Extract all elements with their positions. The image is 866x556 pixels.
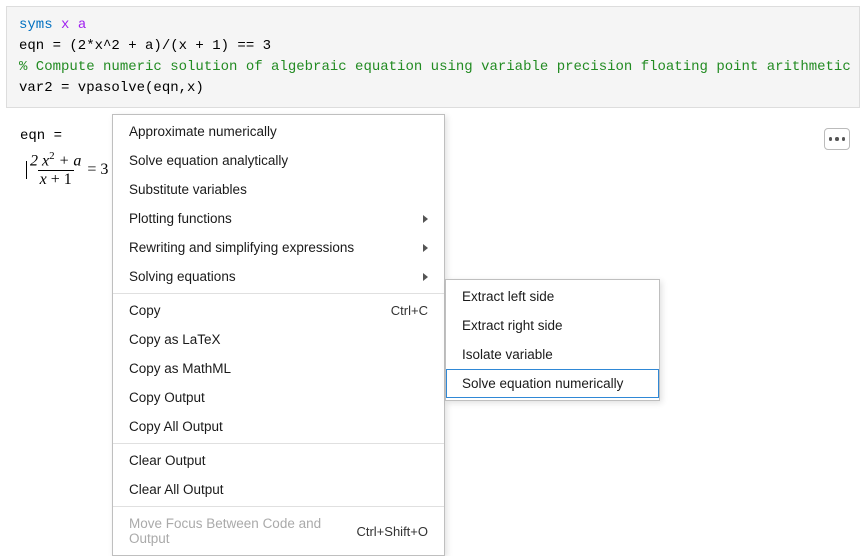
menu-label: Copy as MathML [129, 361, 231, 376]
submenu-extract-left[interactable]: Extract left side [446, 282, 659, 311]
equation-display[interactable]: 2 x2 + a x + 1 = 3 [26, 150, 108, 189]
menu-shortcut: Ctrl+Shift+O [356, 524, 428, 539]
menu-rewriting-simplifying[interactable]: Rewriting and simplifying expressions [113, 233, 444, 262]
menu-label: Copy as LaTeX [129, 332, 221, 347]
dot-icon [829, 137, 833, 141]
menu-copy-all-output[interactable]: Copy All Output [113, 412, 444, 441]
menu-label: Copy Output [129, 390, 205, 405]
code-comment: % Compute numeric solution of algebraic … [19, 59, 851, 75]
menu-solving-equations[interactable]: Solving equations [113, 262, 444, 291]
dot-icon [835, 137, 839, 141]
text-cursor [26, 161, 27, 179]
menu-copy-output[interactable]: Copy Output [113, 383, 444, 412]
submenu-extract-right[interactable]: Extract right side [446, 311, 659, 340]
submenu-solve-numerically[interactable]: Solve equation numerically [446, 369, 659, 398]
chevron-right-icon [423, 215, 428, 223]
dot-icon [842, 137, 846, 141]
menu-separator [113, 506, 444, 507]
menu-label: Substitute variables [129, 182, 247, 197]
menu-separator [113, 443, 444, 444]
menu-substitute-variables[interactable]: Substitute variables [113, 175, 444, 204]
menu-copy[interactable]: Copy Ctrl+C [113, 296, 444, 325]
menu-label: Solving equations [129, 269, 236, 284]
menu-copy-latex[interactable]: Copy as LaTeX [113, 325, 444, 354]
menu-shortcut: Ctrl+C [391, 303, 428, 318]
chevron-right-icon [423, 244, 428, 252]
chevron-right-icon [423, 273, 428, 281]
solving-submenu: Extract left side Extract right side Iso… [445, 279, 660, 401]
submenu-isolate-variable[interactable]: Isolate variable [446, 340, 659, 369]
code-keyword: syms [19, 17, 53, 33]
menu-copy-mathml[interactable]: Copy as MathML [113, 354, 444, 383]
code-line-2: eqn = (2*x^2 + a)/(x + 1) == 3 [19, 38, 271, 54]
menu-label: Copy All Output [129, 419, 223, 434]
menu-label: Plotting functions [129, 211, 232, 226]
menu-plotting-functions[interactable]: Plotting functions [113, 204, 444, 233]
menu-label: Clear All Output [129, 482, 224, 497]
code-block[interactable]: syms x a eqn = (2*x^2 + a)/(x + 1) == 3 … [6, 6, 860, 108]
more-options-button[interactable] [824, 128, 850, 150]
menu-label: Solve equation analytically [129, 153, 288, 168]
fraction: 2 x2 + a x + 1 [28, 150, 83, 189]
menu-label: Copy [129, 303, 161, 318]
menu-clear-output[interactable]: Clear Output [113, 446, 444, 475]
equals-rhs: = 3 [87, 161, 108, 179]
menu-label: Rewriting and simplifying expressions [129, 240, 354, 255]
menu-move-focus: Move Focus Between Code and OutputCtrl+S… [113, 509, 444, 553]
menu-label: Clear Output [129, 453, 206, 468]
menu-solve-analytically[interactable]: Solve equation analytically [113, 146, 444, 175]
context-menu: Approximate numerically Solve equation a… [112, 114, 445, 556]
code-line-4: var2 = vpasolve(eqn,x) [19, 80, 204, 96]
menu-label: Move Focus Between Code and Output [129, 516, 356, 546]
menu-label: Approximate numerically [129, 124, 277, 139]
menu-clear-all-output[interactable]: Clear All Output [113, 475, 444, 504]
menu-separator [113, 293, 444, 294]
menu-approximate-numerically[interactable]: Approximate numerically [113, 117, 444, 146]
code-vars: x a [61, 17, 86, 33]
